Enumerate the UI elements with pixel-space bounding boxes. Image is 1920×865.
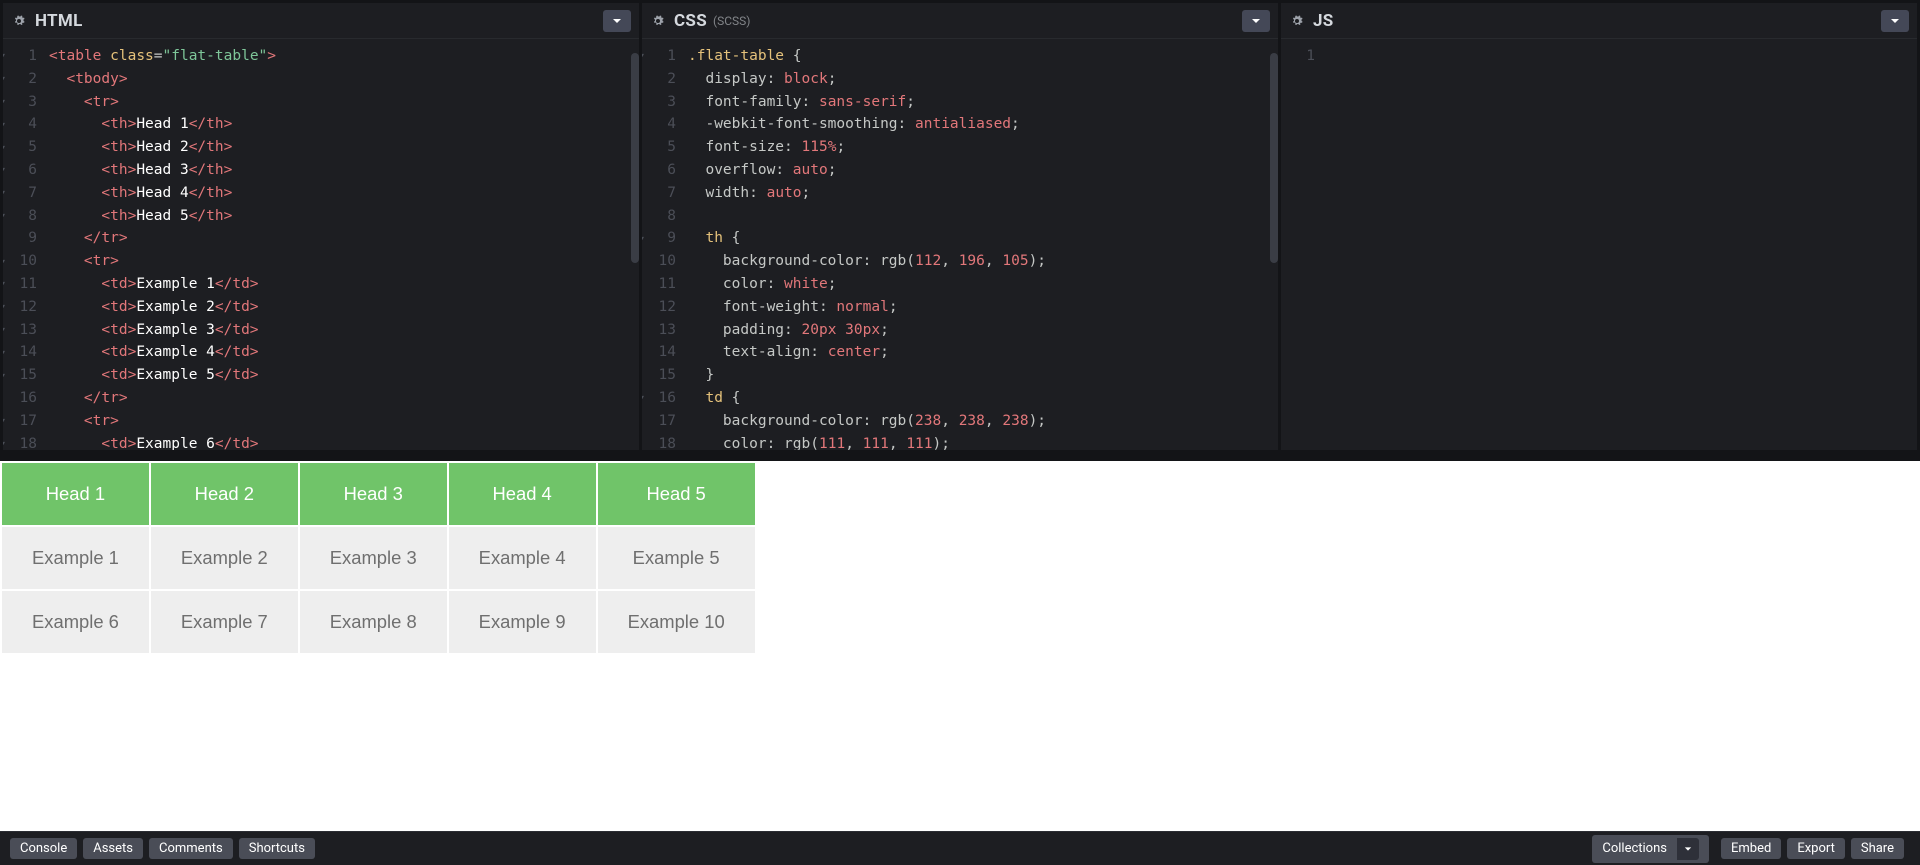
js-panel: JS 1 — [1281, 3, 1917, 450]
console-button[interactable]: Console — [10, 838, 77, 859]
table-header: Head 1 — [2, 463, 149, 525]
assets-button[interactable]: Assets — [83, 838, 143, 859]
table-header: Head 3 — [300, 463, 447, 525]
html-panel: HTML 1▾2▾3▾4▾5▾6▾7▾8▾910▾11▾12▾13▾14▾15▾… — [3, 3, 639, 450]
export-button[interactable]: Export — [1787, 838, 1845, 859]
footer-bar: Console Assets Comments Shortcuts Collectio… — [0, 831, 1920, 865]
table-header: Head 5 — [598, 463, 755, 525]
html-editor[interactable]: 1▾2▾3▾4▾5▾6▾7▾8▾910▾11▾12▾13▾14▾15▾1617▾… — [3, 39, 639, 450]
table-cell: Example 1 — [2, 527, 149, 589]
css-editor[interactable]: 1▾23456789▾10111213141516▾1718 .flat-tab… — [642, 39, 1278, 450]
gear-icon[interactable] — [652, 15, 664, 27]
table-cell: Example 9 — [449, 591, 596, 653]
css-panel-header: CSS (SCSS) — [642, 3, 1278, 39]
table-cell: Example 8 — [300, 591, 447, 653]
preview-table: Head 1Head 2Head 3Head 4Head 5Example 1E… — [0, 461, 1920, 655]
embed-button[interactable]: Embed — [1721, 838, 1781, 859]
js-expand-button[interactable] — [1881, 10, 1909, 32]
editors-row: HTML 1▾2▾3▾4▾5▾6▾7▾8▾910▾11▾12▾13▾14▾15▾… — [0, 0, 1920, 450]
table-cell: Example 3 — [300, 527, 447, 589]
table-cell: Example 4 — [449, 527, 596, 589]
table-cell: Example 10 — [598, 591, 755, 653]
html-expand-button[interactable] — [603, 10, 631, 32]
gear-icon[interactable] — [1291, 15, 1303, 27]
table-cell: Example 7 — [151, 591, 298, 653]
js-panel-header: JS — [1281, 3, 1917, 39]
css-subtitle: (SCSS) — [713, 14, 750, 28]
gear-icon[interactable] — [13, 15, 25, 27]
table-header: Head 4 — [449, 463, 596, 525]
js-editor[interactable]: 1 — [1281, 39, 1917, 450]
share-button[interactable]: Share — [1851, 838, 1904, 859]
collections-dropdown[interactable]: Collections — [1592, 835, 1709, 863]
collections-label: Collections — [1602, 841, 1667, 856]
table-cell: Example 5 — [598, 527, 755, 589]
comments-button[interactable]: Comments — [149, 838, 233, 859]
preview-pane: Head 1Head 2Head 3Head 4Head 5Example 1E… — [0, 461, 1920, 831]
table-header: Head 2 — [151, 463, 298, 525]
table-cell: Example 2 — [151, 527, 298, 589]
caret-down-icon — [1677, 838, 1699, 860]
shortcuts-button[interactable]: Shortcuts — [239, 838, 315, 859]
js-title: JS — [1313, 11, 1334, 31]
html-panel-header: HTML — [3, 3, 639, 39]
css-title: CSS — [674, 11, 707, 31]
html-title: HTML — [35, 11, 83, 31]
css-expand-button[interactable] — [1242, 10, 1270, 32]
divider[interactable] — [0, 450, 1920, 461]
table-cell: Example 6 — [2, 591, 149, 653]
css-panel: CSS (SCSS) 1▾23456789▾10111213141516▾171… — [642, 3, 1278, 450]
